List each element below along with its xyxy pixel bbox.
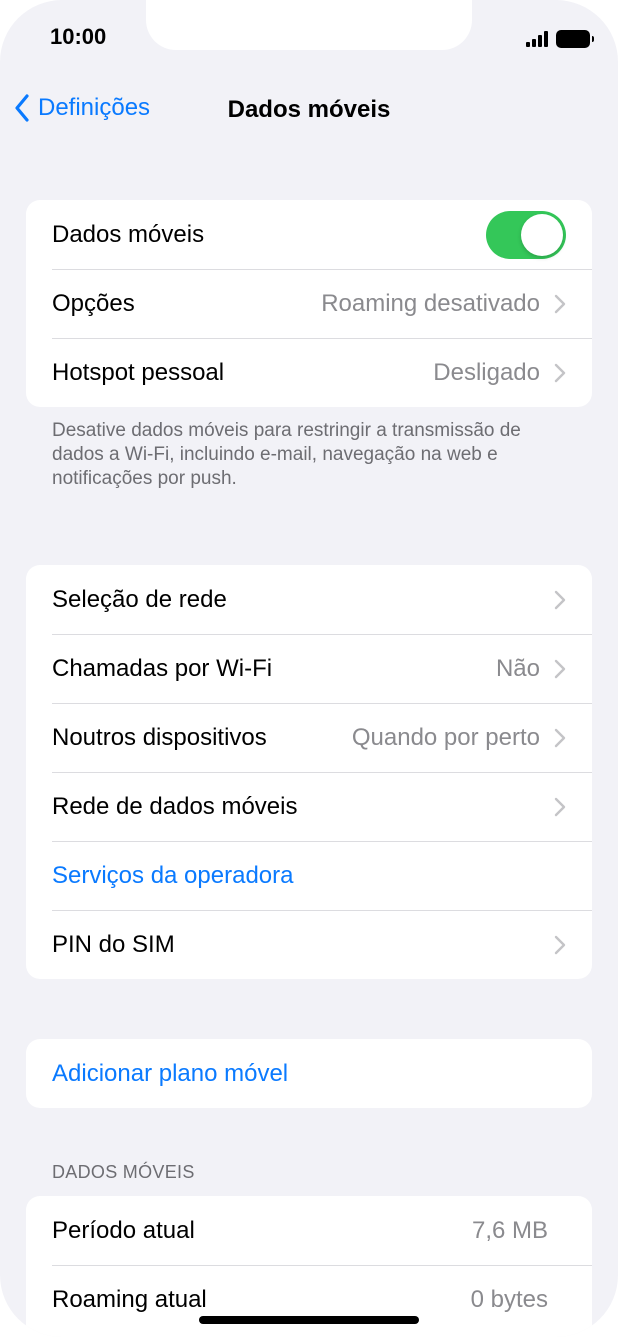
row-value: Não	[495, 654, 540, 682]
row-cellular-data-network[interactable]: Rede de dados móveis	[26, 772, 592, 841]
notch	[146, 0, 472, 50]
row-cellular-data: Dados móveis	[26, 200, 592, 269]
row-network-selection[interactable]: Seleção de rede	[26, 565, 592, 634]
chevron-right-icon	[554, 294, 566, 314]
row-personal-hotspot[interactable]: Hotspot pessoal Desligado	[26, 338, 592, 407]
row-wifi-calling[interactable]: Chamadas por Wi-Fi Não	[26, 634, 592, 703]
cellular-data-group: Dados móveis Opções Roaming desativado H…	[26, 200, 592, 407]
page-title-text: Dados móveis	[227, 96, 391, 123]
section-header-cellular-data: DADOS MÓVEIS	[52, 1162, 195, 1182]
row-label: Opções	[52, 289, 135, 317]
row-value: Desligado	[433, 358, 540, 386]
chevron-right-icon	[554, 935, 566, 955]
row-options[interactable]: Opções Roaming desativado	[26, 269, 592, 338]
row-label: Rede de dados móveis	[52, 792, 298, 820]
row-carrier-services[interactable]: Serviços da operadora	[26, 841, 592, 910]
carrier-services-link[interactable]: Serviços da operadora	[52, 862, 566, 890]
chevron-right-icon	[554, 590, 566, 610]
row-label: Dados móveis	[52, 220, 205, 248]
row-label: Seleção de rede	[52, 585, 227, 613]
status-icons	[526, 28, 594, 50]
cellular-data-toggle[interactable]	[486, 210, 566, 259]
add-cellular-plan-link[interactable]: Adicionar plano móvel	[52, 1060, 566, 1088]
row-value: Roaming desativado	[321, 289, 540, 317]
chevron-right-icon	[554, 659, 566, 679]
row-label: Chamadas por Wi-Fi	[52, 654, 273, 682]
row-current-period: Período atual 7,6 MB	[26, 1196, 592, 1265]
navigation-bar: Definições Dados móveis	[0, 88, 618, 132]
cellular-data-footnote: Desative dados móveis para restringir a …	[52, 420, 521, 489]
row-label: Noutros dispositivos	[52, 723, 267, 751]
chevron-right-icon	[554, 363, 566, 383]
cellular-signal-icon	[526, 31, 548, 47]
row-label: Período atual	[52, 1216, 195, 1244]
row-add-cellular-plan[interactable]: Adicionar plano móvel	[26, 1039, 592, 1108]
row-value: Quando por perto	[351, 723, 540, 751]
status-time: 10:00	[50, 24, 107, 49]
row-label: Hotspot pessoal	[52, 358, 225, 386]
network-group: Seleção de rede Chamadas por Wi-Fi Não N…	[26, 565, 592, 979]
row-label: PIN do SIM	[52, 930, 175, 958]
chevron-right-icon	[554, 797, 566, 817]
row-sim-pin[interactable]: PIN do SIM	[26, 910, 592, 979]
add-plan-group: Adicionar plano móvel	[26, 1039, 592, 1108]
battery-icon	[556, 30, 594, 48]
home-indicator[interactable]	[199, 1316, 419, 1324]
row-value: 7,6 MB	[471, 1216, 548, 1244]
chevron-right-icon	[554, 728, 566, 748]
row-value: 0 bytes	[470, 1285, 548, 1313]
row-other-devices[interactable]: Noutros dispositivos Quando por perto	[26, 703, 592, 772]
page-title: Dados móveis	[0, 96, 618, 124]
toggle-knob	[521, 213, 563, 256]
screen: 10:00 Definições Dados móveis Dados móve…	[0, 0, 618, 1337]
row-label: Roaming atual	[52, 1285, 207, 1313]
